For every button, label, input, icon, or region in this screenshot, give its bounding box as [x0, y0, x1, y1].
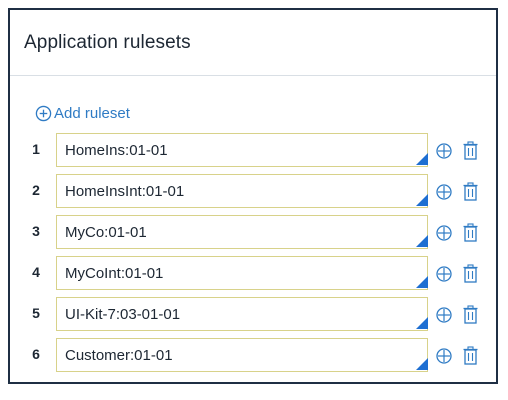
trash-icon[interactable]	[462, 223, 479, 242]
move-crosshair-icon[interactable]	[435, 347, 453, 365]
autocomplete-corner-marker	[416, 235, 428, 247]
move-crosshair-icon[interactable]	[435, 306, 453, 324]
ruleset-row-number: 2	[32, 182, 40, 198]
autocomplete-corner-marker	[416, 276, 428, 288]
ruleset-input[interactable]	[56, 297, 428, 331]
ruleset-row-number: 1	[32, 141, 40, 157]
move-crosshair-icon[interactable]	[435, 224, 453, 242]
ruleset-input[interactable]	[56, 133, 428, 167]
application-rulesets-panel: Application rulesets Add ruleset 1 2	[8, 8, 498, 384]
ruleset-row-number: 4	[32, 264, 40, 280]
trash-icon[interactable]	[462, 305, 479, 324]
ruleset-row: 5	[10, 297, 490, 331]
add-ruleset-label: Add ruleset	[54, 105, 130, 122]
panel-header: Application rulesets	[10, 10, 496, 76]
trash-icon[interactable]	[462, 182, 479, 201]
move-crosshair-icon[interactable]	[435, 265, 453, 283]
ruleset-input[interactable]	[56, 256, 428, 290]
ruleset-row-number: 5	[32, 305, 40, 321]
autocomplete-corner-marker	[416, 194, 428, 206]
ruleset-input[interactable]	[56, 215, 428, 249]
ruleset-input[interactable]	[56, 338, 428, 372]
autocomplete-corner-marker	[416, 153, 428, 165]
trash-icon[interactable]	[462, 264, 479, 283]
move-crosshair-icon[interactable]	[435, 183, 453, 201]
ruleset-row: 4	[10, 256, 490, 290]
panel-title: Application rulesets	[24, 31, 191, 53]
ruleset-input[interactable]	[56, 174, 428, 208]
ruleset-row: 3	[10, 215, 490, 249]
ruleset-row: 6	[10, 338, 490, 372]
trash-icon[interactable]	[462, 346, 479, 365]
autocomplete-corner-marker	[416, 358, 428, 370]
move-crosshair-icon[interactable]	[435, 142, 453, 160]
ruleset-row-number: 6	[32, 346, 40, 362]
circle-plus-icon	[35, 105, 52, 122]
ruleset-row-number: 3	[32, 223, 40, 239]
autocomplete-corner-marker	[416, 317, 428, 329]
ruleset-row: 2	[10, 174, 490, 208]
add-ruleset-button[interactable]: Add ruleset	[35, 105, 130, 122]
trash-icon[interactable]	[462, 141, 479, 160]
ruleset-row: 1	[10, 133, 490, 167]
